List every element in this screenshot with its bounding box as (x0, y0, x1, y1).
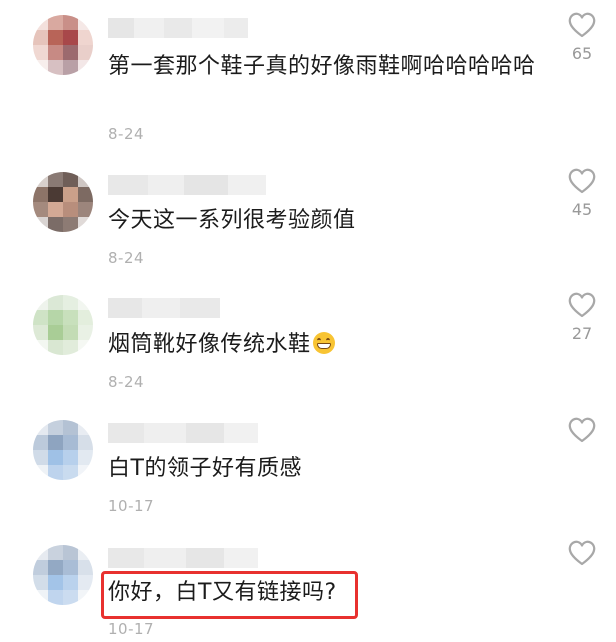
comment-date: 10-17 (108, 620, 155, 638)
heart-outline-icon (568, 540, 596, 566)
like-button[interactable]: 65 (566, 12, 598, 63)
avatar[interactable] (33, 545, 93, 605)
like-count: 45 (571, 200, 593, 219)
comment-date: 8-24 (108, 373, 145, 391)
comment-date: 8-24 (108, 249, 145, 267)
comment-text: 白T的领子好有质感 (108, 456, 302, 481)
username-blurred[interactable] (108, 423, 258, 443)
comment-text: 今天这一系列很考验颜值 (108, 208, 356, 233)
avatar[interactable] (33, 172, 93, 232)
avatar[interactable] (33, 420, 93, 480)
like-button[interactable] (566, 540, 598, 572)
heart-outline-icon (568, 168, 596, 194)
heart-outline-icon (568, 12, 596, 38)
heart-outline-icon (568, 417, 596, 443)
highlight-annotation-box (101, 571, 358, 619)
avatar[interactable] (33, 15, 93, 75)
like-button[interactable] (566, 417, 598, 449)
like-button[interactable]: 27 (566, 292, 598, 343)
username-blurred[interactable] (108, 298, 220, 318)
heart-outline-icon (568, 292, 596, 318)
comment-text-content: 烟筒靴好像传统水鞋 (108, 332, 311, 357)
username-blurred[interactable] (108, 18, 248, 38)
comment-text: 烟筒靴好像传统水鞋 (108, 329, 538, 361)
username-blurred[interactable] (108, 175, 266, 195)
like-count: 27 (571, 324, 593, 343)
comment-date: 10-17 (108, 497, 155, 515)
avatar[interactable] (33, 295, 93, 355)
like-count: 65 (571, 44, 593, 63)
comment-date: 8-24 (108, 125, 145, 143)
grinning-face-emoji (312, 332, 335, 354)
comment-text: 第一套那个鞋子真的好像雨鞋啊哈哈哈哈哈 (108, 54, 536, 79)
like-button[interactable]: 45 (566, 168, 598, 219)
username-blurred[interactable] (108, 548, 258, 568)
